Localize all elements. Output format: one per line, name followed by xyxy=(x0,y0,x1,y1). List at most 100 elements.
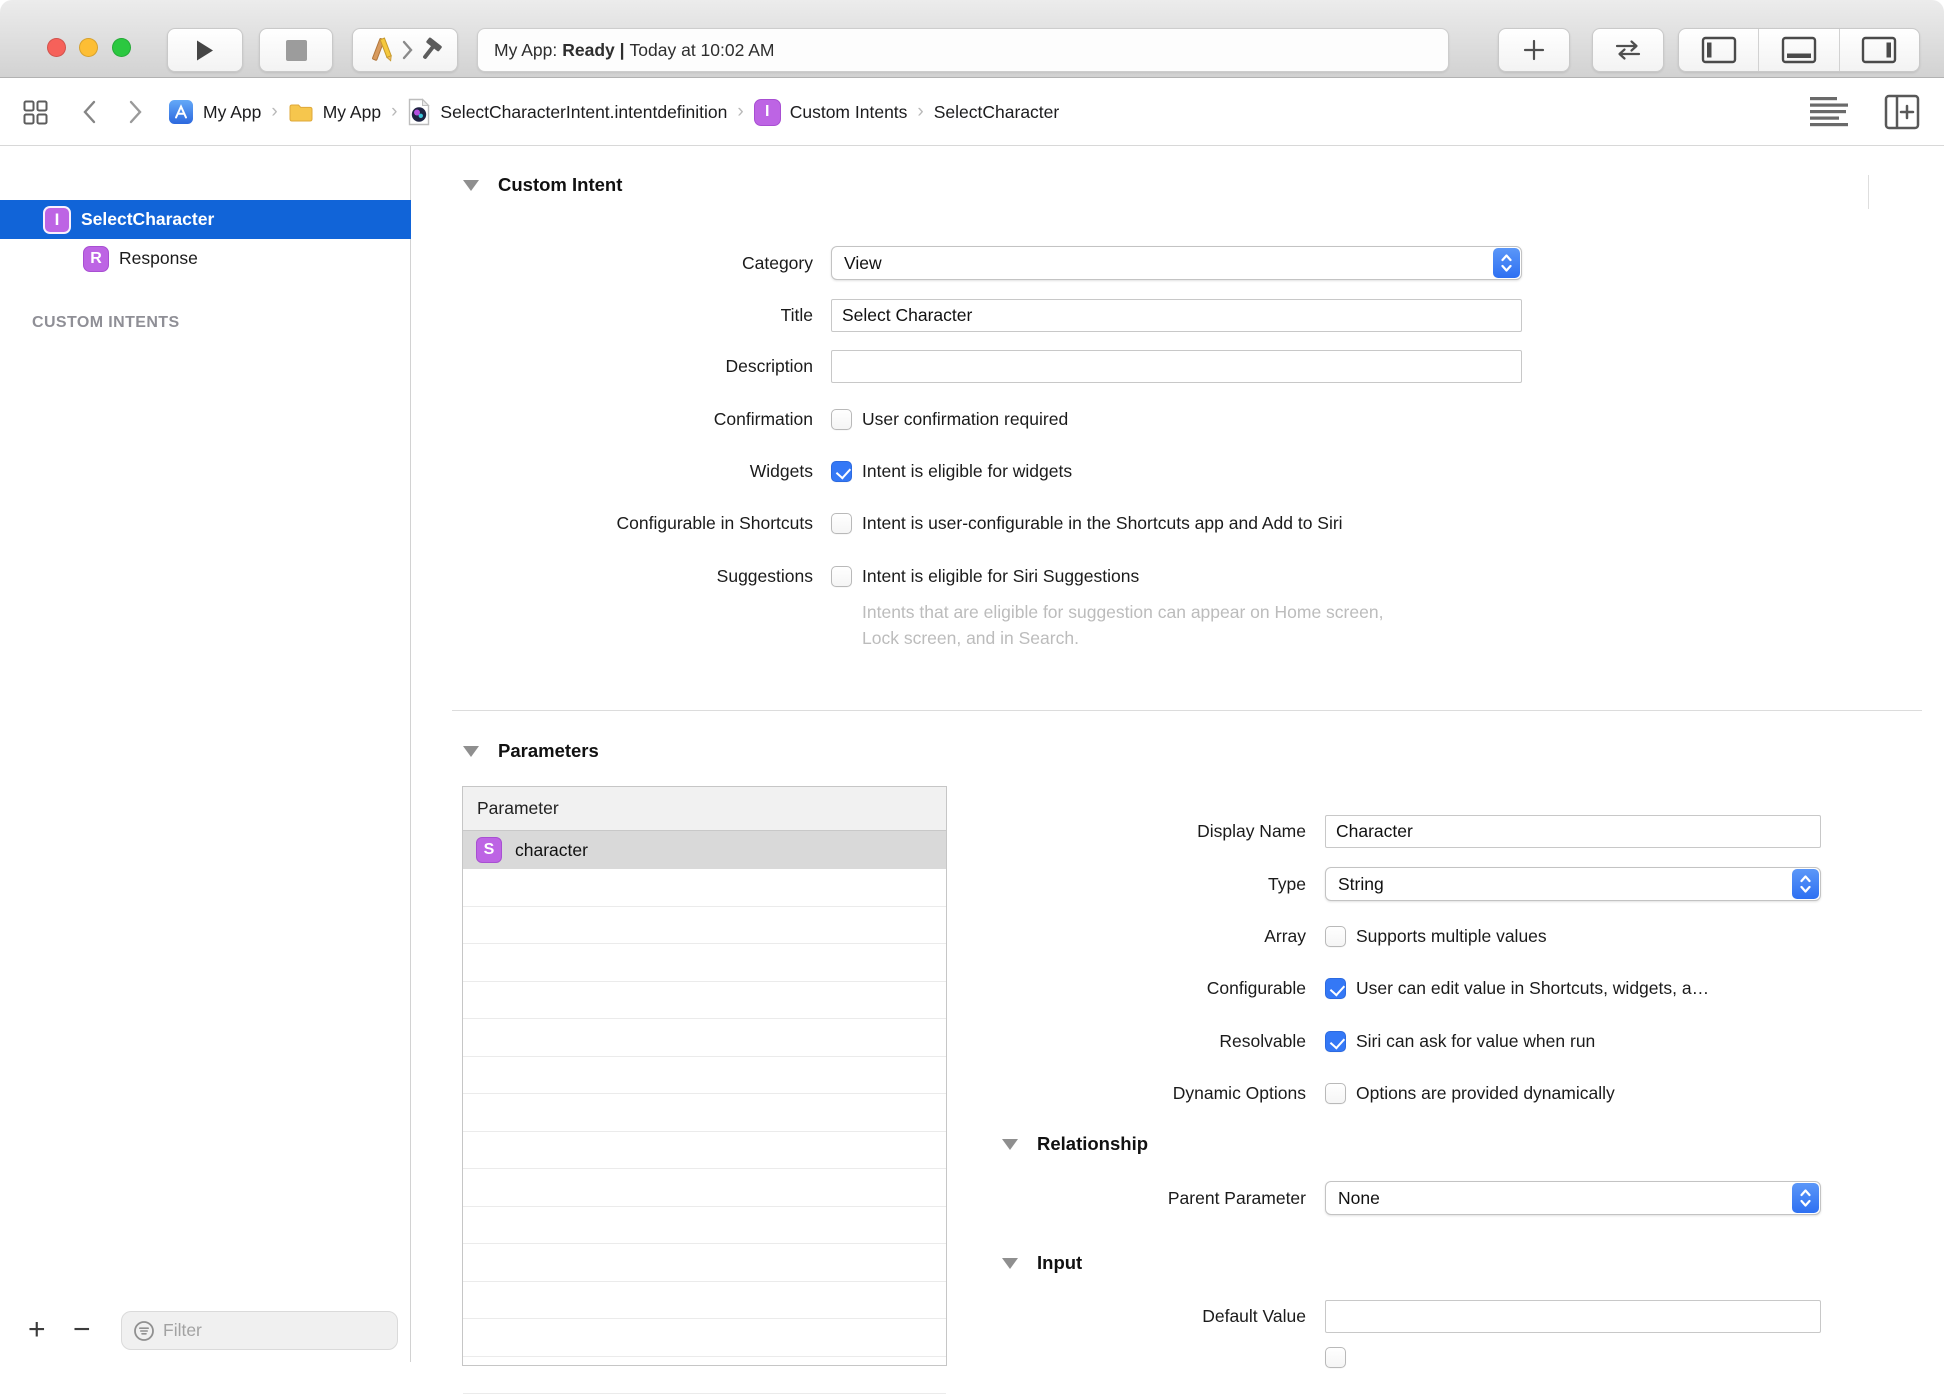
display-name-field[interactable]: Character xyxy=(1325,815,1821,848)
add-intent-button[interactable]: + xyxy=(28,1315,46,1345)
parameter-empty-row[interactable] xyxy=(463,1132,946,1170)
checkbox-label: Intent is eligible for Siri Suggestions xyxy=(862,566,1139,587)
resolvable-checkbox[interactable] xyxy=(1325,1031,1346,1052)
stop-button[interactable] xyxy=(259,28,333,72)
suggestions-label: Suggestions xyxy=(413,565,813,587)
disclosure-triangle-icon[interactable] xyxy=(1002,1139,1018,1150)
input-section-header[interactable]: Input xyxy=(1002,1252,1082,1274)
related-items-button[interactable] xyxy=(22,78,49,146)
type-popup[interactable]: String xyxy=(1325,867,1821,901)
suggestions-checkbox[interactable] xyxy=(831,566,852,587)
status-time: Today at 10:02 AM xyxy=(630,40,775,61)
parameter-empty-row[interactable] xyxy=(463,944,946,982)
sidebar-bottom-bar: + − xyxy=(0,1306,411,1362)
panel-toggle-group xyxy=(1678,28,1920,72)
breadcrumb-file[interactable]: SelectCharacterIntent.intentdefinition xyxy=(407,98,727,126)
checkbox-label: User can edit value in Shortcuts, widget… xyxy=(1356,978,1709,999)
parameter-empty-row[interactable] xyxy=(463,1207,946,1245)
breadcrumb-custom-intents[interactable]: I Custom Intents xyxy=(754,99,908,126)
swap-arrows-icon xyxy=(1612,39,1644,61)
debug-panel-icon xyxy=(1781,36,1817,64)
add-library-button[interactable] xyxy=(1498,28,1570,72)
parameter-empty-row[interactable] xyxy=(463,1244,946,1282)
sidebar-filter-field[interactable] xyxy=(121,1311,398,1350)
toggle-navigator-button[interactable] xyxy=(1679,29,1758,71)
clipped-checkbox[interactable] xyxy=(1325,1347,1346,1368)
breadcrumb-current[interactable]: SelectCharacter xyxy=(934,102,1059,123)
zoom-window-button[interactable] xyxy=(112,38,131,57)
filter-input[interactable] xyxy=(163,1320,363,1341)
parameter-empty-row[interactable] xyxy=(463,1357,946,1394)
configurable-checkbox[interactable] xyxy=(1325,978,1346,999)
default-value-field[interactable] xyxy=(1325,1300,1821,1333)
breadcrumb: My App › My App › SelectCharacterIntent.… xyxy=(168,78,1059,146)
parameter-empty-row[interactable] xyxy=(463,1319,946,1357)
display-name-label: Display Name xyxy=(906,820,1306,842)
breadcrumb-group[interactable]: My App xyxy=(288,99,381,125)
remove-intent-button[interactable]: − xyxy=(73,1315,91,1345)
minimize-window-button[interactable] xyxy=(79,38,98,57)
go-forward-button[interactable] xyxy=(128,78,143,146)
navigator-panel-icon xyxy=(1701,36,1737,64)
close-window-button[interactable] xyxy=(47,38,66,57)
widgets-checkbox[interactable] xyxy=(831,461,852,482)
disclosure-triangle-icon[interactable] xyxy=(1002,1258,1018,1269)
editor-options-button[interactable] xyxy=(1810,78,1850,146)
parameter-empty-row[interactable] xyxy=(463,1282,946,1320)
title-field[interactable]: Select Character xyxy=(831,299,1522,332)
parent-parameter-label: Parent Parameter xyxy=(906,1187,1306,1209)
resolvable-row: Siri can ask for value when run xyxy=(1325,1030,1595,1052)
relationship-section-header[interactable]: Relationship xyxy=(1002,1133,1148,1155)
parameter-empty-row[interactable] xyxy=(463,1019,946,1057)
parameter-row-character[interactable]: S character xyxy=(463,831,946,869)
parameter-empty-row[interactable] xyxy=(463,869,946,907)
hammer-icon xyxy=(418,37,444,63)
confirmation-checkbox[interactable] xyxy=(831,409,852,430)
sidebar-section-header: CUSTOM INTENTS xyxy=(32,314,180,332)
parameters-section-header[interactable]: Parameters xyxy=(463,740,599,762)
run-button[interactable] xyxy=(167,28,243,72)
project-icon xyxy=(168,99,194,125)
configurable-in-shortcuts-row: Intent is user-configurable in the Short… xyxy=(831,512,1343,534)
section-title: Input xyxy=(1037,1252,1082,1274)
sidebar-item-label: SelectCharacter xyxy=(81,209,214,230)
go-back-button[interactable] xyxy=(82,78,97,146)
disclosure-triangle-icon[interactable] xyxy=(463,746,479,757)
sidebar-item-response[interactable]: R Response xyxy=(0,239,411,278)
parameter-empty-row[interactable] xyxy=(463,1057,946,1095)
add-editor-icon xyxy=(1884,94,1920,130)
code-review-button[interactable] xyxy=(1592,28,1664,72)
parameter-column-header[interactable]: Parameter xyxy=(463,787,946,831)
applications-icon xyxy=(367,35,397,65)
dynamic-options-checkbox[interactable] xyxy=(1325,1083,1346,1104)
toggle-inspector-button[interactable] xyxy=(1839,29,1919,71)
parameter-empty-row[interactable] xyxy=(463,1094,946,1132)
title-label: Title xyxy=(413,304,813,326)
configurable-in-shortcuts-checkbox[interactable] xyxy=(831,513,852,534)
add-editor-button[interactable] xyxy=(1884,78,1920,146)
scheme-status-chip[interactable] xyxy=(352,28,458,72)
parameters-table: Parameter S character xyxy=(462,786,947,1366)
custom-intent-section-header[interactable]: Custom Intent xyxy=(463,174,622,196)
parent-parameter-popup[interactable]: None xyxy=(1325,1181,1821,1215)
status-state: Ready | xyxy=(562,40,624,61)
configurable-label: Configurable xyxy=(906,977,1306,999)
breadcrumb-label: My App xyxy=(203,102,261,123)
breadcrumb-project[interactable]: My App xyxy=(168,99,261,125)
parameter-empty-row[interactable] xyxy=(463,1169,946,1207)
description-field[interactable] xyxy=(831,350,1522,383)
disclosure-triangle-icon[interactable] xyxy=(463,180,479,191)
type-label: Type xyxy=(906,873,1306,895)
popup-stepper-icon xyxy=(1493,248,1520,278)
related-items-grid-icon xyxy=(22,99,49,126)
category-popup[interactable]: View xyxy=(831,246,1522,280)
parameter-empty-row[interactable] xyxy=(463,907,946,945)
parameter-empty-row[interactable] xyxy=(463,982,946,1020)
sidebar-item-selectcharacter[interactable]: I SelectCharacter xyxy=(0,200,411,239)
toggle-debug-area-button[interactable] xyxy=(1758,29,1838,71)
xcode-window: { "toolbar": { "status": { "app": "My Ap… xyxy=(0,0,1944,1362)
inspector-panel-icon xyxy=(1861,36,1897,64)
intent-badge: I xyxy=(754,99,781,126)
array-checkbox[interactable] xyxy=(1325,926,1346,947)
breadcrumb-label: SelectCharacter xyxy=(934,102,1059,123)
